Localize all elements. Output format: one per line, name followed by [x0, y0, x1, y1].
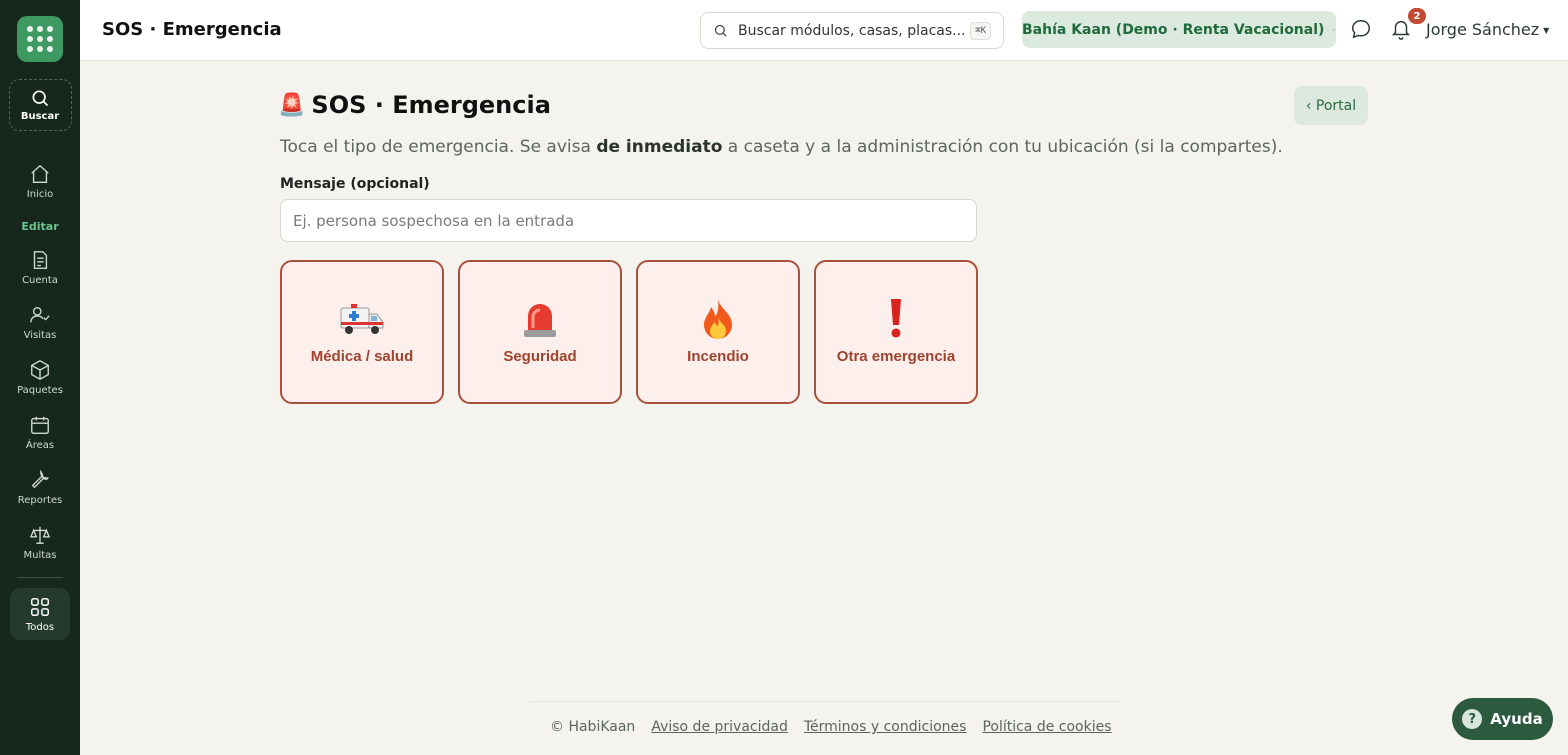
grid-icon: [31, 597, 49, 616]
question-icon: ?: [1462, 709, 1483, 729]
emergency-option-label: Médica / salud: [310, 348, 414, 365]
page-description: Toca el tipo de emergencia. Se avisa de …: [280, 137, 1283, 157]
wrench-icon: [31, 469, 49, 489]
sidebar-search-label: Buscar: [20, 111, 60, 122]
sidebar-item-paquetes[interactable]: Paquetes: [0, 359, 80, 396]
footer: © HabiKaan Aviso de privacidad Términos …: [550, 719, 1112, 735]
package-icon: [31, 360, 49, 380]
footer-divider: [530, 701, 1120, 702]
footer-cookies-link[interactable]: Política de cookies: [982, 719, 1111, 735]
message-label: Mensaje (opcional): [280, 176, 430, 192]
apps-grid-logo-icon[interactable]: [17, 16, 63, 62]
sidebar-item-label: Cuenta: [22, 275, 58, 286]
sidebar-item-cuenta[interactable]: Cuenta: [0, 249, 80, 286]
header-title: SOS · Emergencia: [102, 19, 282, 40]
emergency-option-label: Seguridad: [503, 348, 577, 365]
desc-text: Toca el tipo de emergencia. Se avisa: [280, 137, 597, 157]
emergency-fire-button[interactable]: Incendio: [636, 260, 800, 404]
message-input[interactable]: [280, 199, 977, 242]
sidebar-item-reportes[interactable]: Reportes: [0, 469, 80, 506]
footer-copyright: © HabiKaan: [550, 719, 636, 735]
sidebar: Buscar Inicio Editar Cuenta Visitas Paqu…: [0, 0, 80, 755]
global-search[interactable]: ⌘K: [700, 12, 1004, 49]
siren-icon: [520, 297, 560, 341]
emergency-options: Médica / salud Seguridad Incendio Otra e…: [280, 260, 978, 404]
footer-terms-link[interactable]: Términos y condiciones: [804, 719, 967, 735]
exclamation-icon: [884, 297, 908, 341]
fire-icon: [698, 297, 738, 341]
sidebar-item-label: Áreas: [25, 440, 55, 451]
ambulance-icon: [339, 297, 385, 341]
sidebar-item-inicio[interactable]: Inicio: [0, 163, 80, 200]
user-menu[interactable]: Jorge Sánchez ▼: [1426, 20, 1549, 39]
page-title-text: SOS · Emergencia: [311, 91, 551, 119]
help-button[interactable]: ? Ayuda: [1452, 698, 1553, 740]
sidebar-item-label: Visitas: [23, 330, 57, 341]
sidebar-item-label: Paquetes: [17, 385, 63, 396]
desc-emphasis: de inmediato: [596, 137, 723, 157]
desc-text: a caseta y a la administración con tu ub…: [722, 137, 1283, 157]
chevron-down-icon: [1333, 28, 1336, 31]
sidebar-item-label: Reportes: [17, 495, 63, 506]
emergency-option-label: Incendio: [687, 348, 749, 365]
notification-badge: 2: [1408, 8, 1426, 24]
sidebar-item-label: Todos: [25, 621, 55, 633]
sidebar-item-areas[interactable]: Áreas: [0, 414, 80, 451]
home-icon: [31, 164, 49, 183]
emergency-option-label: Otra emergencia: [836, 348, 956, 365]
sidebar-divider: [17, 577, 63, 578]
sidebar-item-label: Inicio: [26, 189, 54, 200]
search-icon: [714, 24, 727, 37]
search-shortcut-badge: ⌘K: [970, 21, 991, 40]
topbar: SOS · Emergencia ⌘K Bahía Kaan (Demo · R…: [80, 0, 1568, 61]
user-check-icon: [30, 306, 50, 323]
emergency-security-button[interactable]: Seguridad: [458, 260, 622, 404]
caret-down-icon: ▼: [1543, 26, 1550, 35]
siren-icon: 🚨: [278, 92, 306, 118]
main-content: 🚨 SOS · Emergencia ‹ Portal Toca el tipo…: [80, 61, 1568, 755]
sidebar-item-todos[interactable]: Todos: [10, 588, 70, 640]
help-label: Ayuda: [1490, 710, 1543, 728]
sidebar-nav: Inicio Editar Cuenta Visitas Paquetes Ár…: [0, 131, 80, 561]
emergency-medical-button[interactable]: Médica / salud: [280, 260, 444, 404]
receipt-icon: [33, 251, 48, 269]
sidebar-item-label: Multas: [23, 550, 57, 561]
global-search-input[interactable]: [738, 22, 971, 39]
footer-privacy-link[interactable]: Aviso de privacidad: [651, 719, 788, 735]
chat-icon[interactable]: [1350, 18, 1372, 40]
portal-back-button[interactable]: ‹ Portal: [1294, 86, 1368, 125]
sidebar-item-multas[interactable]: Multas: [0, 524, 80, 561]
sidebar-item-visitas[interactable]: Visitas: [0, 304, 80, 341]
scale-icon: [29, 526, 51, 544]
calendar-icon: [31, 416, 49, 434]
sidebar-item-editar[interactable]: Editar: [21, 220, 58, 233]
page-title: 🚨 SOS · Emergencia: [278, 91, 551, 119]
user-name: Jorge Sánchez: [1426, 20, 1540, 39]
property-selector-label: Bahía Kaan (Demo · Renta Vacacional): [1022, 21, 1325, 38]
sidebar-search-button[interactable]: Buscar: [8, 79, 72, 131]
search-icon: [32, 90, 49, 107]
property-selector[interactable]: Bahía Kaan (Demo · Renta Vacacional): [1022, 11, 1336, 48]
emergency-other-button[interactable]: Otra emergencia: [814, 260, 978, 404]
